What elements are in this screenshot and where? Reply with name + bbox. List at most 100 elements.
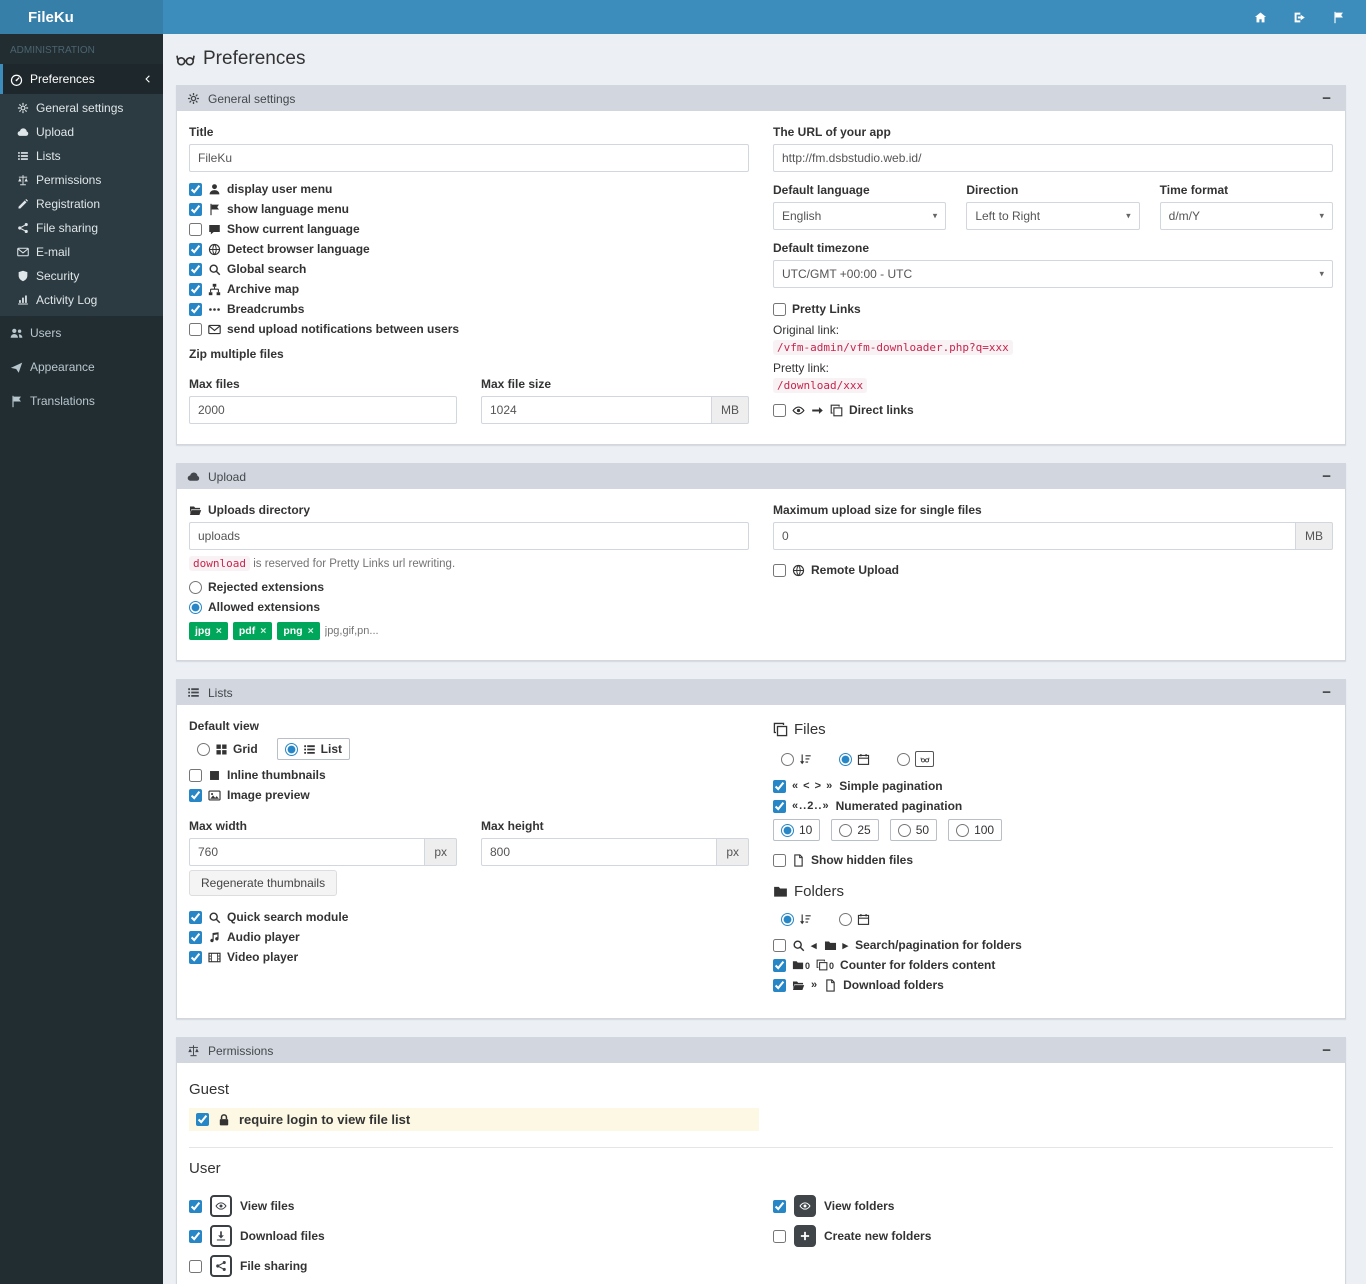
checkbox-input[interactable]: [196, 1113, 209, 1126]
radio-input[interactable]: [956, 823, 970, 837]
remote-upload-checkbox[interactable]: Remote Upload: [773, 563, 1333, 577]
numerated-pagination-checkbox[interactable]: «..2..» Numerated pagination: [773, 799, 1333, 813]
tag-pdf[interactable]: pdf ×: [232, 622, 273, 640]
inline-thumbnails-checkbox[interactable]: Inline thumbnails: [189, 768, 749, 782]
home-button[interactable]: [1241, 0, 1280, 34]
files-sort-by-kind-radio[interactable]: [889, 747, 942, 771]
audio-player-checkbox[interactable]: Audio player: [189, 930, 749, 944]
title-input[interactable]: [189, 144, 749, 172]
global-search-checkbox[interactable]: Global search: [189, 262, 749, 276]
checkbox-input[interactable]: [773, 799, 786, 813]
checkbox-input[interactable]: [189, 1259, 202, 1273]
direction-select[interactable]: Left to Right: [966, 202, 1140, 230]
display-user-menu-checkbox[interactable]: display user menu: [189, 182, 749, 196]
per-page-50-radio[interactable]: 50: [889, 819, 938, 841]
per-page-100-radio[interactable]: 100: [948, 819, 1003, 841]
require-login-checkbox[interactable]: require login to view file list: [189, 1108, 759, 1131]
radio-input[interactable]: [284, 742, 298, 756]
archive-map-checkbox[interactable]: Archive map: [189, 282, 749, 296]
radio-input[interactable]: [781, 823, 794, 837]
radio-input[interactable]: [839, 823, 853, 837]
folders-counter-checkbox[interactable]: 0 0 Counter for folders content: [773, 958, 1333, 972]
pretty-links-checkbox[interactable]: Pretty Links: [773, 302, 1333, 316]
folders-sort-by-name-radio[interactable]: [773, 909, 820, 930]
checkbox-input[interactable]: [189, 262, 202, 276]
folders-sort-by-date-radio[interactable]: [831, 909, 878, 930]
grid-view-radio[interactable]: Grid: [189, 738, 266, 760]
list-view-radio[interactable]: List: [276, 738, 351, 760]
max-height-input[interactable]: [481, 838, 718, 866]
sidebar-subitem-registration[interactable]: Registration: [0, 192, 163, 216]
radio-input[interactable]: [839, 752, 852, 766]
collapse-button[interactable]: −: [1318, 91, 1335, 106]
download-files-checkbox[interactable]: Download files: [189, 1225, 749, 1247]
folders-search-pagination-checkbox[interactable]: ◂ ▸ Search/pagination for folders: [773, 938, 1333, 952]
checkbox-input[interactable]: [189, 1199, 202, 1213]
checkbox-input[interactable]: [773, 302, 786, 316]
files-sort-by-date-radio[interactable]: [831, 749, 878, 770]
max-file-size-input[interactable]: [481, 396, 712, 424]
radio-input[interactable]: [781, 913, 794, 926]
checkbox-input[interactable]: [189, 930, 202, 944]
checkbox-input[interactable]: [773, 1199, 786, 1213]
radio-input[interactable]: [839, 913, 852, 926]
regenerate-thumbnails-button[interactable]: Regenerate thumbnails: [189, 870, 338, 896]
checkbox-input[interactable]: [189, 768, 202, 782]
radio-input[interactable]: [781, 752, 794, 766]
max-width-input[interactable]: [189, 838, 426, 866]
file-sharing-checkbox[interactable]: File sharing: [189, 1255, 749, 1277]
app-brand[interactable]: FileKu: [0, 0, 163, 34]
remove-tag-icon[interactable]: ×: [216, 625, 222, 637]
default-timezone-select[interactable]: UTC/GMT +00:00 - UTC: [773, 260, 1333, 288]
sidebar-subitem-activity-log[interactable]: Activity Log: [0, 288, 163, 312]
remove-tag-icon[interactable]: ×: [260, 625, 266, 637]
checkbox-input[interactable]: [189, 1229, 202, 1243]
view-folders-checkbox[interactable]: View folders: [773, 1195, 1333, 1217]
direct-links-checkbox[interactable]: Direct links: [773, 403, 1333, 417]
show-language-menu-checkbox[interactable]: show language menu: [189, 202, 749, 216]
checkbox-input[interactable]: [189, 182, 202, 196]
checkbox-input[interactable]: [189, 242, 202, 256]
collapse-button[interactable]: −: [1318, 469, 1335, 484]
per-page-10-radio[interactable]: 10: [773, 819, 821, 841]
checkbox-input[interactable]: [773, 853, 786, 867]
checkbox-input[interactable]: [773, 938, 786, 952]
checkbox-input[interactable]: [773, 779, 786, 793]
sidebar-subitem-email[interactable]: E-mail: [0, 240, 163, 264]
radio-input[interactable]: [189, 580, 202, 594]
add-extension-input[interactable]: [324, 625, 415, 637]
breadcrumbs-checkbox[interactable]: Breadcrumbs: [189, 302, 749, 316]
checkbox-input[interactable]: [773, 403, 786, 417]
view-files-checkbox[interactable]: View files: [189, 1195, 749, 1217]
create-new-folders-checkbox[interactable]: Create new folders: [773, 1225, 1333, 1247]
collapse-button[interactable]: −: [1318, 685, 1335, 700]
sidebar-item-users[interactable]: Users: [0, 316, 163, 350]
checkbox-input[interactable]: [773, 1229, 786, 1243]
checkbox-input[interactable]: [189, 322, 202, 336]
checkbox-input[interactable]: [189, 910, 202, 924]
radio-input[interactable]: [897, 752, 910, 766]
checkbox-input[interactable]: [773, 563, 786, 577]
checkbox-input[interactable]: [189, 282, 202, 296]
app-url-input[interactable]: [773, 144, 1333, 172]
logout-button[interactable]: [1280, 0, 1319, 34]
time-format-select[interactable]: d/m/Y: [1159, 202, 1333, 230]
sidebar-subitem-file-sharing[interactable]: File sharing: [0, 216, 163, 240]
show-hidden-files-checkbox[interactable]: Show hidden files: [773, 853, 1333, 867]
allowed-extensions-radio[interactable]: Allowed extensions: [189, 600, 749, 614]
radio-input[interactable]: [189, 600, 202, 614]
show-current-language-checkbox[interactable]: Show current language: [189, 222, 749, 236]
sidebar-subitem-general-settings[interactable]: General settings: [0, 96, 163, 120]
download-folders-checkbox[interactable]: » Download folders: [773, 978, 1333, 992]
sidebar-subitem-upload[interactable]: Upload: [0, 120, 163, 144]
default-language-select[interactable]: English: [773, 202, 947, 230]
radio-input[interactable]: [197, 742, 210, 756]
checkbox-input[interactable]: [189, 302, 202, 316]
quick-search-module-checkbox[interactable]: Quick search module: [189, 910, 749, 924]
checkbox-input[interactable]: [773, 978, 786, 992]
uploads-directory-input[interactable]: [189, 522, 749, 550]
per-page-25-radio[interactable]: 25: [831, 819, 879, 841]
checkbox-input[interactable]: [189, 950, 202, 964]
files-sort-by-name-radio[interactable]: [773, 749, 820, 770]
sidebar-subitem-lists[interactable]: Lists: [0, 144, 163, 168]
